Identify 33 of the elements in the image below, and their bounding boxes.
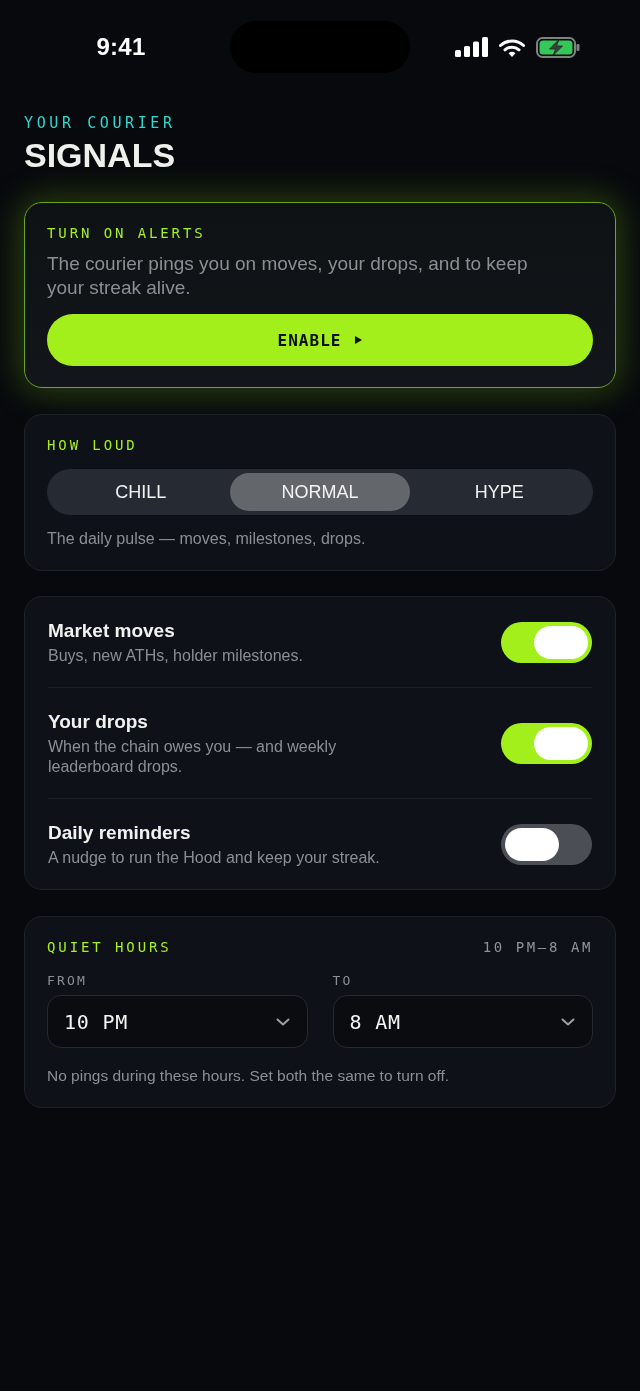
field-label: TO xyxy=(332,973,353,989)
wifi-icon xyxy=(499,37,525,57)
card-heading: QUIET HOURS xyxy=(47,938,172,956)
setting-description: Buys, new ATHs, holder milestones. xyxy=(48,646,304,666)
signal-icon xyxy=(455,37,488,57)
card-description: The courier pings you on moves, your drops, and to keep your streak alive. xyxy=(47,252,529,300)
setting-title: Market moves xyxy=(48,619,176,643)
battery-icon xyxy=(536,36,580,58)
segment-option[interactable]: HYPE xyxy=(409,473,589,511)
enable-button[interactable]: ENABLE xyxy=(47,314,593,366)
chevron-down-icon xyxy=(561,1017,575,1026)
segment-option[interactable]: CHILL xyxy=(51,473,231,511)
play-icon xyxy=(355,336,363,344)
toggle-switch[interactable] xyxy=(501,824,592,865)
card-note: No pings during these hours. Set both the same to turn off. xyxy=(47,1066,451,1086)
setting-title: Your drops xyxy=(48,710,149,734)
time-select[interactable]: 8 AM xyxy=(332,995,593,1048)
setting-title: Daily reminders xyxy=(48,821,192,845)
setting-description: A nudge to run the Hood and keep your streak. xyxy=(48,848,381,868)
segment-option[interactable]: NORMAL xyxy=(230,473,410,511)
time-select[interactable]: 10 PM xyxy=(47,995,308,1048)
toggle-switch[interactable] xyxy=(501,723,592,764)
quiet-hours-summary: 10 PM–8 AM xyxy=(482,938,593,956)
toggle-switch[interactable] xyxy=(501,622,592,663)
page-title: SIGNALS xyxy=(24,136,177,174)
chevron-down-icon xyxy=(275,1017,290,1026)
card-heading: HOW LOUD xyxy=(47,436,139,454)
card-heading: TURN ON ALERTS xyxy=(47,224,207,242)
status-time: 9:41 xyxy=(96,33,146,61)
setting-description: When the chain owes you — and weekly leaderboard drops. xyxy=(48,737,338,777)
card-description: The daily pulse — moves, milestones, drops. xyxy=(47,529,367,549)
section-eyebrow: YOUR COURIER xyxy=(24,114,177,132)
field-label: FROM xyxy=(47,973,88,989)
